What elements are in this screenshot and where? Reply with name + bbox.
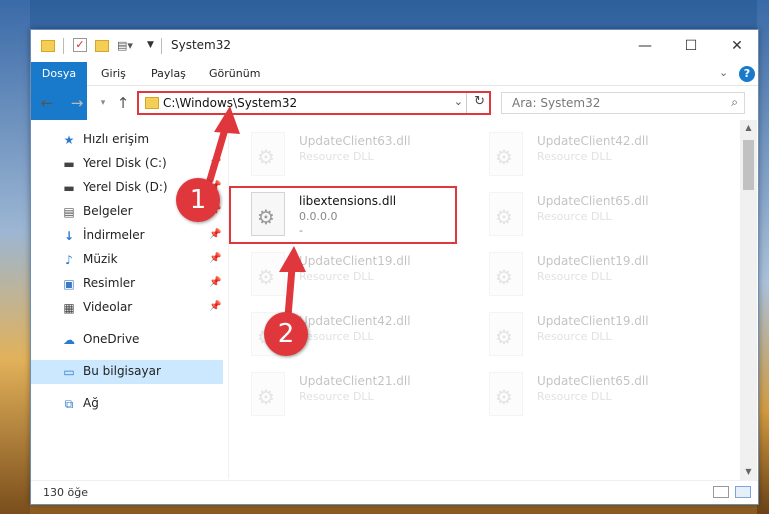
arrow-two-head	[279, 246, 306, 272]
callout-badge-2: 2	[264, 312, 308, 356]
arrow-two-shaft	[284, 264, 296, 320]
callout-badge-1: 1	[176, 178, 220, 222]
arrow-one-head	[214, 106, 240, 134]
annotation-arrows	[206, 106, 306, 320]
arrow-one-shaft	[206, 122, 230, 184]
